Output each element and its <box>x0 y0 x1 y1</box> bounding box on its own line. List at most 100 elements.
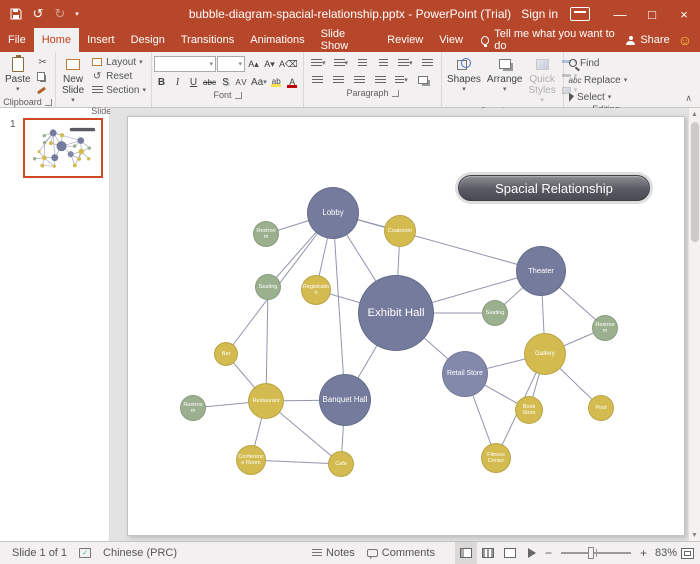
columns-button[interactable]: ▾ <box>394 73 409 87</box>
italic-button[interactable]: I <box>170 75 185 89</box>
bold-button[interactable]: B <box>154 75 169 89</box>
clipboard-dialog-launcher[interactable] <box>45 99 52 106</box>
minimize-button[interactable]: — <box>604 0 636 28</box>
diagram-bubble-fitness_center[interactable]: Fitness Center <box>481 443 511 473</box>
diagram-bubble-restroom_c[interactable]: Restroom <box>180 395 206 421</box>
maximize-button[interactable]: □ <box>636 0 668 28</box>
comments-button[interactable]: Comments <box>361 542 441 564</box>
undo-button[interactable]: ↺ <box>27 3 49 25</box>
tab-design[interactable]: Design <box>123 28 173 52</box>
quick-styles-button[interactable]: Quick Styles ▾ <box>526 53 559 106</box>
numbering-button[interactable]: ▾ <box>333 56 350 70</box>
diagram-bubble-seating_b[interactable]: Seating <box>482 300 508 326</box>
select-button[interactable]: Select▾ <box>566 90 646 104</box>
collapse-ribbon-button[interactable]: ∧ <box>685 93 692 104</box>
paste-button[interactable]: Paste ▾ <box>2 53 34 95</box>
proofing-status-button[interactable]: ✓ <box>73 542 97 564</box>
font-color-button[interactable]: A <box>285 75 300 89</box>
align-right-button[interactable] <box>352 73 367 87</box>
diagram-bubble-seating_a[interactable]: Seating <box>255 274 281 300</box>
slide-indicator[interactable]: Slide 1 of 1 <box>6 542 73 564</box>
scroll-down-arrow-icon[interactable]: ▼ <box>691 529 698 541</box>
character-spacing-button[interactable]: AV <box>234 75 249 89</box>
save-button[interactable] <box>5 3 27 25</box>
text-shadow-button[interactable]: S <box>218 75 233 89</box>
text-direction-button[interactable] <box>420 56 435 70</box>
tab-slide-show[interactable]: Slide Show <box>313 28 380 52</box>
diagram-bubble-restroom_b[interactable]: Restroom <box>592 315 618 341</box>
share-button[interactable]: Share <box>618 28 677 52</box>
change-case-button[interactable]: Aa▾ <box>250 75 268 89</box>
strikethrough-button[interactable]: abc <box>202 75 217 89</box>
reset-button[interactable]: ↺Reset <box>88 69 149 83</box>
diagram-bubble-retail_store[interactable]: Retail Store <box>442 351 488 397</box>
paragraph-dialog-launcher[interactable] <box>392 90 399 97</box>
diagram-bubble-banquet_hall[interactable]: Banquet Hall <box>319 374 371 426</box>
diagram-bubble-restroom_a[interactable]: Restroom <box>253 221 279 247</box>
convert-smartart-button[interactable] <box>415 73 430 87</box>
shrink-font-button[interactable]: A▾ <box>262 57 277 71</box>
cut-button[interactable]: ✂ <box>34 55 52 69</box>
shapes-button[interactable]: Shapes ▾ <box>444 53 484 95</box>
diagram-title-shape[interactable]: Spacial Relationship <box>458 175 650 201</box>
zoom-out-button[interactable]: − <box>543 546 554 560</box>
reading-view-button[interactable] <box>499 542 521 564</box>
diagram-bubble-cafe[interactable]: Cafe <box>328 451 354 477</box>
zoom-in-button[interactable]: + <box>638 546 649 560</box>
redo-button[interactable]: ↻ <box>49 3 71 25</box>
slide-thumbnail-item[interactable]: 1 <box>0 118 109 178</box>
section-button[interactable]: Section▾ <box>88 83 149 97</box>
new-slide-button[interactable]: New Slide ▾ <box>58 53 88 106</box>
font-size-select[interactable]: ▾ <box>217 56 245 72</box>
language-status[interactable]: Chinese (PRC) <box>97 542 183 564</box>
slide-show-button[interactable] <box>521 542 543 564</box>
vertical-scrollbar[interactable]: ▲ ▼ <box>688 108 700 541</box>
sign-in-link[interactable]: Sign in <box>521 7 558 21</box>
underline-button[interactable]: U <box>186 75 201 89</box>
diagram-bubble-exhibit_hall[interactable]: Exhibit Hall <box>358 275 434 351</box>
tab-insert[interactable]: Insert <box>79 28 123 52</box>
diagram-bubble-pool[interactable]: Pool <box>588 395 614 421</box>
arrange-button[interactable]: Arrange ▾ <box>484 53 526 95</box>
tab-animations[interactable]: Animations <box>242 28 312 52</box>
replace-button[interactable]: abcReplace▾ <box>566 73 646 87</box>
tab-view[interactable]: View <box>431 28 471 52</box>
highlight-color-button[interactable]: ab <box>269 75 284 89</box>
slide-thumbnail[interactable] <box>23 118 103 178</box>
slide-sorter-view-button[interactable] <box>477 542 499 564</box>
scrollbar-thumb[interactable] <box>691 122 699 242</box>
scroll-up-arrow-icon[interactable]: ▲ <box>691 108 698 120</box>
layout-button[interactable]: Layout▾ <box>88 55 149 69</box>
tab-file[interactable]: File <box>0 28 34 52</box>
increase-indent-button[interactable] <box>376 56 391 70</box>
font-name-select[interactable]: ▾ <box>154 56 216 72</box>
decrease-indent-button[interactable] <box>355 56 370 70</box>
copy-button[interactable] <box>34 69 52 83</box>
diagram-bubble-gallery[interactable]: Gallery <box>524 333 566 375</box>
bullets-button[interactable]: ▾ <box>310 56 327 70</box>
normal-view-button[interactable] <box>455 542 477 564</box>
diagram-bubble-restaurant[interactable]: Restaurant <box>248 383 284 419</box>
notes-button[interactable]: Notes <box>306 542 361 564</box>
diagram-bubble-coatroom[interactable]: Coatroom <box>384 215 416 247</box>
clear-formatting-button[interactable]: A⌫ <box>278 57 299 71</box>
grow-font-button[interactable]: A▴ <box>246 57 261 71</box>
align-left-button[interactable] <box>310 73 325 87</box>
justify-button[interactable] <box>373 73 388 87</box>
line-spacing-button[interactable]: ▾ <box>397 56 414 70</box>
tell-me-box[interactable]: Tell me what you want to do <box>481 28 618 52</box>
zoom-level[interactable]: 83% <box>649 547 681 559</box>
diagram-bubble-theater[interactable]: Theater <box>516 246 566 296</box>
diagram-bubble-registration[interactable]: Registration <box>301 275 331 305</box>
fit-slide-to-window-button[interactable] <box>681 548 694 559</box>
find-button[interactable]: Find <box>566 56 646 70</box>
feedback-smiley-button[interactable]: ☺ <box>678 28 700 52</box>
close-button[interactable]: × <box>668 0 700 28</box>
zoom-slider[interactable] <box>561 552 631 554</box>
font-dialog-launcher[interactable] <box>235 92 242 99</box>
tab-home[interactable]: Home <box>34 28 79 52</box>
zoom-slider-thumb[interactable] <box>588 547 594 559</box>
tab-review[interactable]: Review <box>379 28 431 52</box>
slide-canvas[interactable]: Spacial Relationship LobbyRestroomCoatro… <box>127 116 685 536</box>
customize-qat-button[interactable]: ▾ <box>71 3 83 25</box>
